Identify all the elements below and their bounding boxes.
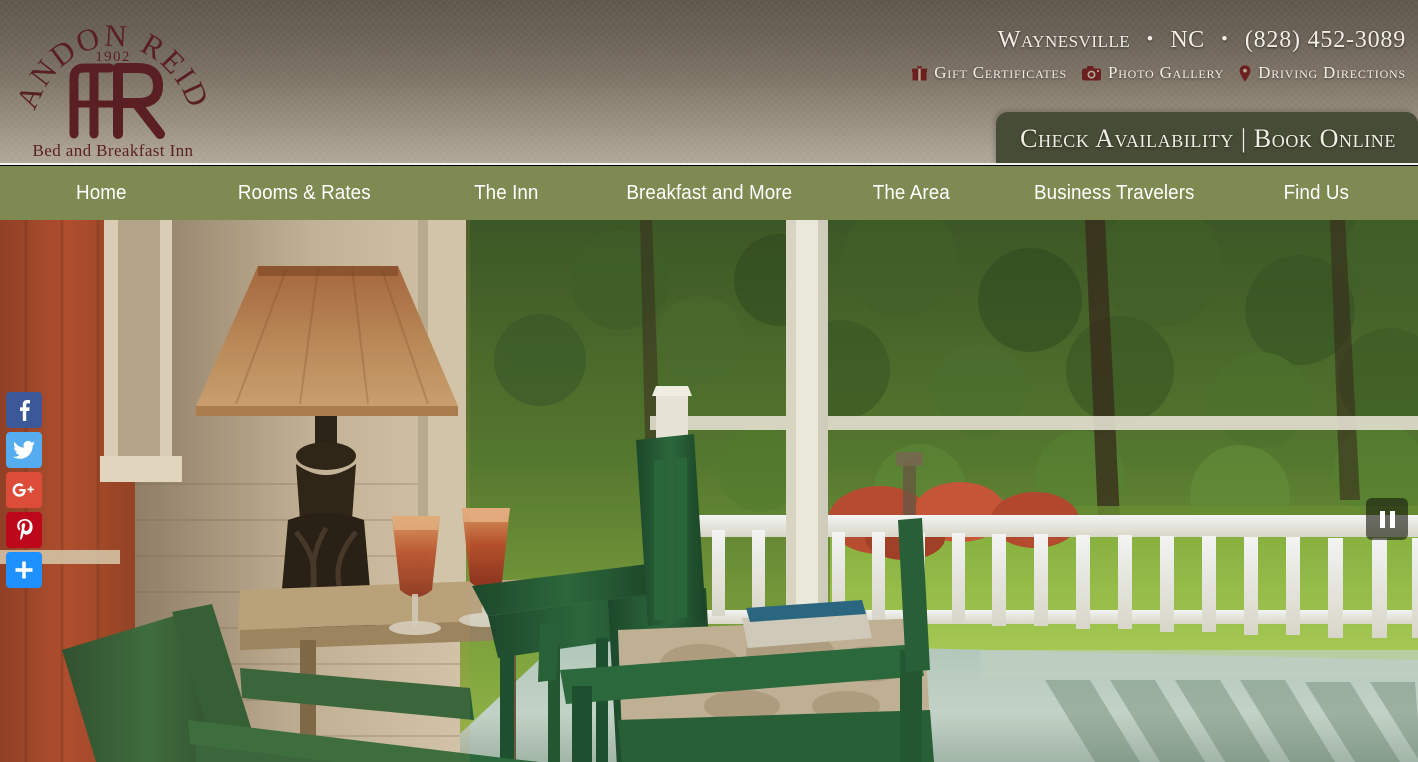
google-plus-icon [12, 483, 34, 497]
page-root: ANDON REID 1902 Bed and Breakfast Inn Wa… [0, 0, 1418, 762]
pause-icon-bar-left [1379, 510, 1385, 528]
nav-item-find-us[interactable]: Find Us [1222, 182, 1412, 205]
driving-directions-label: Driving Directions [1258, 63, 1406, 82]
header-contact-block: Waynesville • NC • (828) 452-3089 Gift C… [912, 26, 1406, 83]
logo-monogram [69, 63, 165, 139]
slideshow-pause-button[interactable] [1366, 498, 1408, 540]
facebook-share-button[interactable] [6, 392, 42, 428]
photo-gallery-link[interactable]: Photo Gallery [1081, 63, 1225, 83]
book-button-label: Check Availability | Book Online [1020, 123, 1396, 153]
site-logo[interactable]: ANDON REID 1902 Bed and Breakfast Inn [18, 6, 208, 161]
driving-directions-link[interactable]: Driving Directions [1239, 63, 1406, 83]
social-share-rail [6, 392, 42, 592]
check-availability-book-online-button[interactable]: Check Availability | Book Online [996, 112, 1418, 165]
nav-item-breakfast-and-more[interactable]: Breakfast and More [614, 182, 804, 205]
share-more-button[interactable] [6, 552, 42, 588]
map-pin-icon [1239, 64, 1251, 82]
google-plus-share-button[interactable] [6, 472, 42, 508]
pinterest-icon [16, 519, 33, 541]
separator-1: • [1146, 29, 1154, 50]
gift-certificates-link[interactable]: Gift Certificates [912, 63, 1067, 83]
phone-number[interactable]: (828) 452-3089 [1245, 27, 1406, 53]
plus-icon [15, 561, 33, 579]
location-city: Waynesville [997, 27, 1131, 53]
gift-certificates-label: Gift Certificates [934, 63, 1067, 82]
nav-item-the-area[interactable]: The Area [816, 182, 1006, 205]
header-divider [0, 163, 1418, 165]
photo-gallery-label: Photo Gallery [1107, 63, 1225, 82]
location-phone-line: Waynesville • NC • (828) 452-3089 [912, 26, 1406, 54]
location-state: NC [1170, 27, 1205, 53]
header-quick-links: Gift Certificates Photo Gallery Driving … [912, 63, 1406, 83]
logo-year: 1902 [95, 49, 131, 65]
logo-tagline: Bed and Breakfast Inn [33, 141, 194, 160]
pinterest-share-button[interactable] [6, 512, 42, 548]
twitter-share-button[interactable] [6, 432, 42, 468]
nav-item-business-travelers[interactable]: Business Travelers [1019, 182, 1209, 205]
main-navigation: Home Rooms & Rates The Inn Breakfast and… [0, 166, 1418, 220]
hero-slideshow-image [0, 220, 1418, 762]
nav-item-the-inn[interactable]: The Inn [411, 182, 601, 205]
separator-2: • [1221, 29, 1229, 50]
camera-icon [1081, 65, 1101, 81]
pause-icon-bar-right [1389, 510, 1395, 528]
twitter-icon [13, 440, 35, 459]
nav-item-home[interactable]: Home [6, 182, 196, 205]
nav-item-rooms-rates[interactable]: Rooms & Rates [209, 182, 399, 205]
facebook-icon [20, 400, 30, 421]
gift-icon [912, 65, 928, 81]
